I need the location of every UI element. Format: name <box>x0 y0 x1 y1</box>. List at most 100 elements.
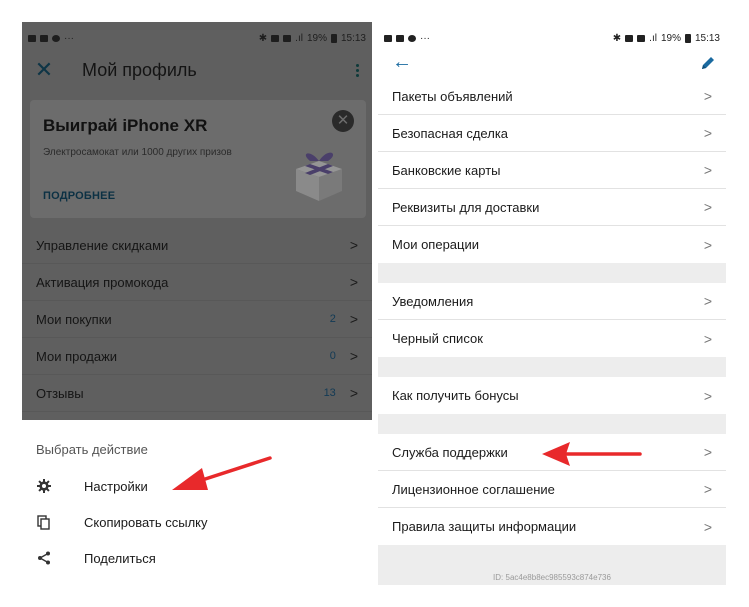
settings-item-safe-deal[interactable]: Безопасная сделка > <box>378 115 726 152</box>
nfc-icon <box>283 34 292 42</box>
settings-item-label: Уведомления <box>392 293 474 309</box>
settings-item-privacy[interactable]: Правила защиты информации > <box>378 508 726 545</box>
settings-item-bonuses[interactable]: Как получить бонусы > <box>378 377 726 414</box>
app-notification-icon <box>408 34 416 42</box>
settings-item-blacklist[interactable]: Черный список > <box>378 320 726 357</box>
gear-icon <box>22 479 66 493</box>
gift-box-icon <box>296 152 342 201</box>
chevron-right-icon: > <box>349 274 358 290</box>
share-icon <box>22 551 66 565</box>
promo-description: Электросамокат или 1000 других призов <box>43 147 232 158</box>
settings-group-account: Пакеты объявлений > Безопасная сделка > … <box>378 78 726 263</box>
more-options-icon[interactable] <box>342 63 372 77</box>
chevron-right-icon: > <box>703 125 712 141</box>
mute-icon <box>271 34 280 42</box>
chevron-right-icon: > <box>703 88 712 104</box>
page-title: Мой профиль <box>82 59 197 80</box>
chevron-right-icon: > <box>703 518 712 535</box>
settings-item-ad-packages[interactable]: Пакеты объявлений > <box>378 78 726 115</box>
back-arrow-icon[interactable]: ← <box>392 52 412 72</box>
settings-item-license[interactable]: Лицензионное соглашение > <box>378 471 726 508</box>
menu-item-promo-code[interactable]: Активация промокода > <box>22 264 372 301</box>
promo-more-link[interactable]: ПОДРОБНЕЕ <box>43 190 115 202</box>
settings-item-notifications[interactable]: Уведомления > <box>378 283 726 320</box>
share-label: Поделиться <box>84 550 156 566</box>
settings-item-label: Служба поддержки <box>392 444 508 460</box>
chevron-right-icon: > <box>349 385 358 401</box>
count-badge: 2 <box>329 313 336 325</box>
image-notification-icon <box>384 34 392 42</box>
count-badge: 13 <box>323 387 336 399</box>
settings-item-label: Правила защиты информации <box>392 519 577 534</box>
settings-item-bank-cards[interactable]: Банковские карты > <box>378 152 726 189</box>
settings-item-my-operations[interactable]: Мои операции > <box>378 226 726 263</box>
settings-item-label: Лицензионное соглашение <box>392 481 555 497</box>
settings-label: Настройки <box>84 478 148 494</box>
battery-level: 19% <box>306 32 327 44</box>
menu-item-discounts[interactable]: Управление скидками > <box>22 227 372 264</box>
count-badge: 0 <box>329 350 336 362</box>
status-time: 15:13 <box>340 32 366 44</box>
bluetooth-icon: ✱ <box>612 32 622 44</box>
settings-app-bar: ··· ✱ .ıl 19% 15:13 ← <box>378 22 726 86</box>
menu-item-reviews[interactable]: Отзывы 13 > <box>22 375 372 412</box>
copy-icon <box>22 514 66 530</box>
copy-link-label: Скопировать ссылку <box>84 514 208 530</box>
share-action[interactable]: Поделиться <box>22 546 372 570</box>
mute-icon <box>625 34 634 42</box>
close-icon[interactable]: ✕ <box>22 57 66 83</box>
signal-icon: .ıl <box>295 32 303 44</box>
copy-link-action[interactable]: Скопировать ссылку <box>22 510 372 534</box>
chevron-right-icon: > <box>703 236 712 253</box>
left-phone-screen: ··· ✱ .ıl 19% 15:13 ✕ Мой профиль Выигра… <box>22 22 372 607</box>
settings-group-bonuses: Как получить бонусы > <box>378 377 726 414</box>
status-bar: ··· ✱ .ıl 19% 15:13 <box>22 22 372 54</box>
settings-item-label: Безопасная сделка <box>392 125 509 141</box>
message-notification-icon <box>396 34 404 42</box>
battery-icon <box>684 33 691 43</box>
battery-level: 19% <box>660 32 681 44</box>
settings-item-label: Пакеты объявлений <box>392 88 513 104</box>
more-notifications-icon: ··· <box>420 32 430 44</box>
chevron-right-icon: > <box>703 330 712 347</box>
settings-item-label: Черный список <box>392 331 483 346</box>
chevron-right-icon: > <box>703 481 712 497</box>
menu-item-label: Мои покупки <box>36 311 112 327</box>
app-notification-icon <box>52 34 60 42</box>
settings-group-notifications: Уведомления > Черный список > <box>378 283 726 357</box>
battery-icon <box>330 33 337 43</box>
profile-menu: Управление скидками > Активация промокод… <box>22 227 372 412</box>
status-time: 15:13 <box>694 32 720 44</box>
status-bar: ··· ✱ .ıl 19% 15:13 <box>378 22 726 54</box>
menu-item-label: Управление скидками <box>36 237 169 253</box>
image-notification-icon <box>28 34 36 42</box>
more-notifications-icon: ··· <box>64 32 74 44</box>
sheet-title: Выбрать действие <box>36 442 148 457</box>
settings-item-label: Мои операции <box>392 237 480 252</box>
settings-item-label: Как получить бонусы <box>392 388 519 403</box>
device-id-text: ID: 5ac4e8b8ec985593c874e736 <box>493 573 611 582</box>
chevron-right-icon: > <box>703 199 712 215</box>
edit-pencil-icon[interactable] <box>700 55 716 76</box>
promo-title: Выиграй iPhone XR <box>43 116 208 135</box>
chevron-right-icon: > <box>349 237 358 253</box>
annotation-arrow-support <box>542 442 642 466</box>
menu-item-sales[interactable]: Мои продажи 0 > <box>22 338 372 375</box>
settings-item-label: Реквизиты для доставки <box>392 199 540 215</box>
chevron-right-icon: > <box>349 311 358 327</box>
nfc-icon <box>637 34 646 42</box>
annotation-arrow-settings <box>172 456 272 490</box>
settings-item-delivery-details[interactable]: Реквизиты для доставки > <box>378 189 726 226</box>
action-bottom-sheet: Выбрать действие Настройки Скопировать с… <box>22 420 372 607</box>
chevron-right-icon: > <box>703 444 712 460</box>
menu-item-label: Отзывы <box>36 385 84 401</box>
right-phone-screen: ··· ✱ .ıl 19% 15:13 ← Пакеты объявлений … <box>378 22 726 585</box>
promo-card[interactable]: Выиграй iPhone XR Электросамокат или 100… <box>30 100 366 218</box>
menu-item-label: Мои продажи <box>36 348 118 364</box>
bluetooth-icon: ✱ <box>258 32 268 44</box>
promo-close-icon[interactable]: ✕ <box>332 110 354 132</box>
menu-item-purchases[interactable]: Мои покупки 2 > <box>22 301 372 338</box>
settings-item-label: Банковские карты <box>392 162 501 178</box>
chevron-right-icon: > <box>703 293 712 309</box>
signal-icon: .ıl <box>649 32 657 44</box>
